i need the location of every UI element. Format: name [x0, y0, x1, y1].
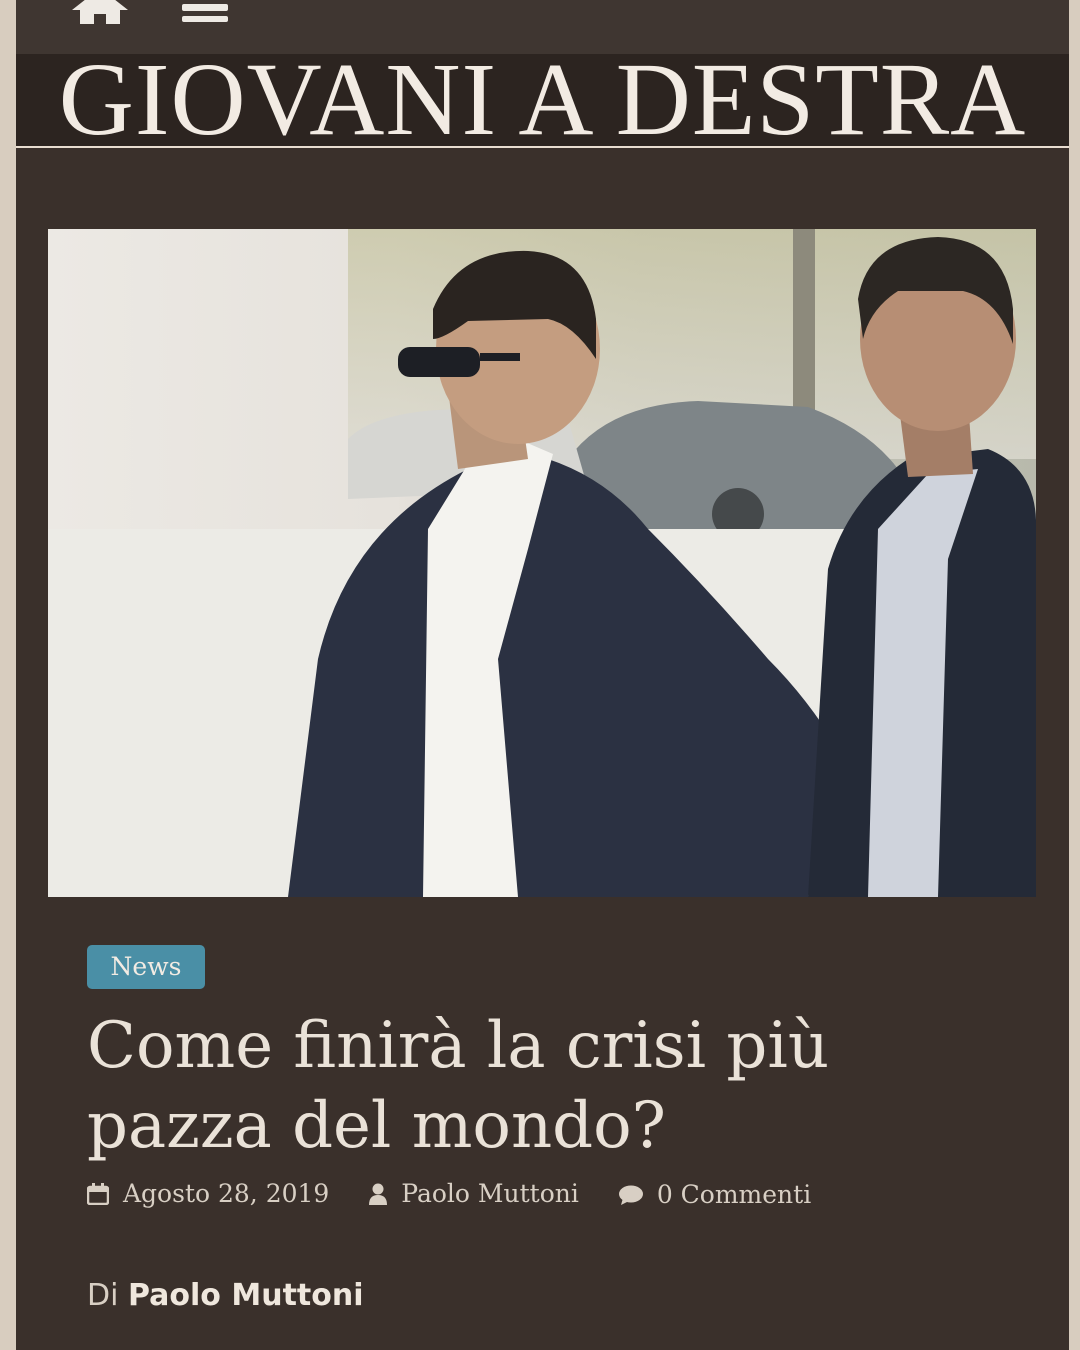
- article-byline: Di Paolo Muttoni: [87, 1276, 364, 1316]
- featured-photo: [48, 229, 1036, 897]
- article-comments[interactable]: 0 Commenti: [618, 1177, 812, 1213]
- article-comments-text: 0 Commenti: [656, 1180, 812, 1209]
- article-author[interactable]: Paolo Muttoni: [369, 1176, 579, 1212]
- menu-button[interactable]: [182, 0, 228, 22]
- calendar-icon: [87, 1183, 109, 1205]
- article-date-text: Agosto 28, 2019: [123, 1179, 330, 1208]
- article-title[interactable]: Come finirà la crisi più pazza del mondo…: [87, 1006, 987, 1166]
- article-featured-image[interactable]: [48, 229, 1036, 897]
- article-author-text: Paolo Muttoni: [401, 1179, 579, 1208]
- byline-prefix: Di: [87, 1278, 119, 1313]
- article-date: Agosto 28, 2019: [87, 1176, 329, 1212]
- hamburger-menu-icon: [182, 4, 228, 22]
- site-title[interactable]: GIOVANI A DESTRA: [16, 48, 1069, 152]
- category-badge[interactable]: News: [87, 945, 205, 989]
- site-masthead: GIOVANI A DESTRA: [16, 48, 1069, 152]
- comment-icon: [618, 1185, 643, 1205]
- home-button[interactable]: [70, 0, 130, 28]
- article-meta: Agosto 28, 2019 Paolo Muttoni 0 Commenti: [87, 1176, 843, 1212]
- byline-author[interactable]: Paolo Muttoni: [128, 1278, 364, 1313]
- page-frame: GIOVANI A DESTRA News Come finirà la cri…: [16, 0, 1069, 1350]
- home-icon: [72, 0, 128, 24]
- user-icon: [369, 1183, 388, 1205]
